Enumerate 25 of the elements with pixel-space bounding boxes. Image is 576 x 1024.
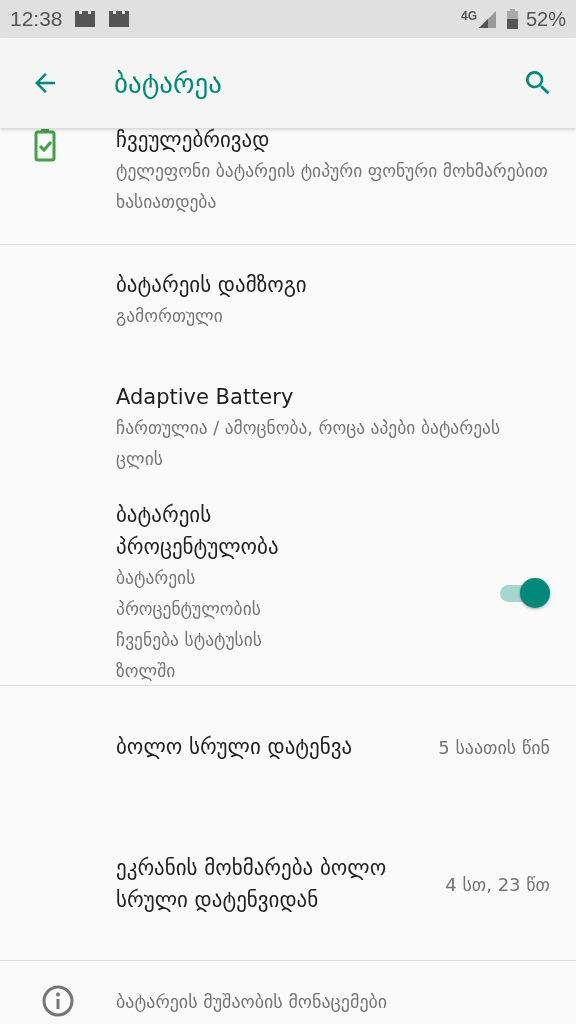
setting-title: ბოლო სრული დატენვა bbox=[116, 734, 354, 761]
battery-percentage: 52% bbox=[525, 7, 566, 31]
setting-title: ბატარეის პროცენტულობა bbox=[116, 501, 280, 561]
setting-summary: ტელეფონი ბატარეის ტიპური ფონური მოხმარებით ხასიათდება bbox=[116, 160, 549, 214]
toggle-switch[interactable] bbox=[498, 577, 550, 608]
setting-title: ჩვეულებრივად bbox=[116, 127, 271, 154]
setting-title: ბატარეის დამზოგი bbox=[116, 271, 308, 299]
setting-summary: გამორთული bbox=[116, 304, 224, 328]
setting-item[interactable]: ბატარეის დამზოგი გამორთული bbox=[0, 245, 576, 355]
setting-summary: ბატარეის პროცენტულობის ჩვენება სტატუსის ზოლში bbox=[116, 566, 263, 683]
info-text: ბატარეის მუშაობის მონაცემები bbox=[116, 990, 388, 1012]
setting-value: 4 სთ, 23 წთ bbox=[445, 873, 550, 895]
info-icon bbox=[42, 985, 74, 1017]
screen-title: ბატარეა bbox=[114, 67, 223, 99]
clock: 12:38 bbox=[10, 7, 63, 31]
network-type: 4G bbox=[460, 9, 477, 23]
battery-icon bbox=[506, 9, 518, 29]
setting-item[interactable]: Adaptive Battery ჩართულია / ამოცნობა, როცა აპები ბატარეას ცლის bbox=[0, 355, 576, 500]
setting-title: Adaptive Battery bbox=[116, 383, 295, 411]
notification-icon bbox=[72, 9, 97, 29]
setting-summary: ჩართულია / ამოცნობა, როცა აპები ბატარეას ცლის bbox=[116, 416, 502, 471]
notification-icon bbox=[106, 9, 131, 29]
battery-check-icon bbox=[34, 128, 56, 162]
setting-value: 5 საათის წინ bbox=[438, 736, 550, 758]
setting-title: ეკრანის მოხმარება ბოლო სრული დატენვიდან bbox=[116, 855, 388, 914]
